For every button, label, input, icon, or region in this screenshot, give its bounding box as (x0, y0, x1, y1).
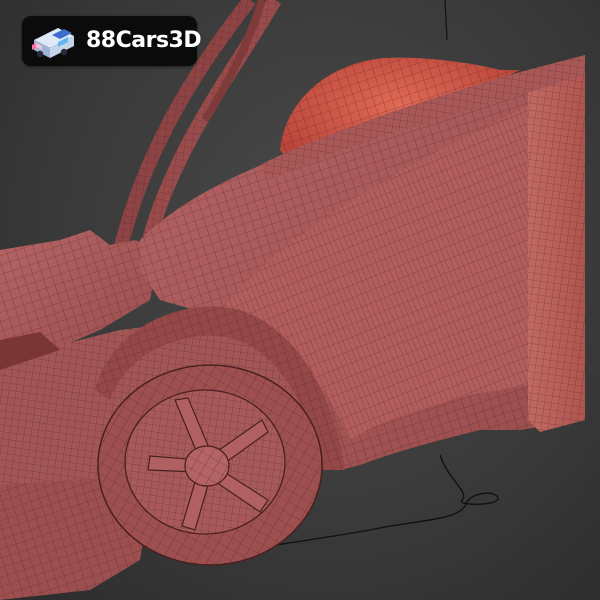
render-viewport: 88Cars3D (0, 0, 600, 600)
brand-badge: 88Cars3D (22, 16, 202, 66)
wireframe-render (0, 0, 585, 600)
van-icon (32, 28, 74, 58)
brand-name: 88Cars3D (86, 28, 202, 53)
front-wheel (97, 364, 323, 566)
